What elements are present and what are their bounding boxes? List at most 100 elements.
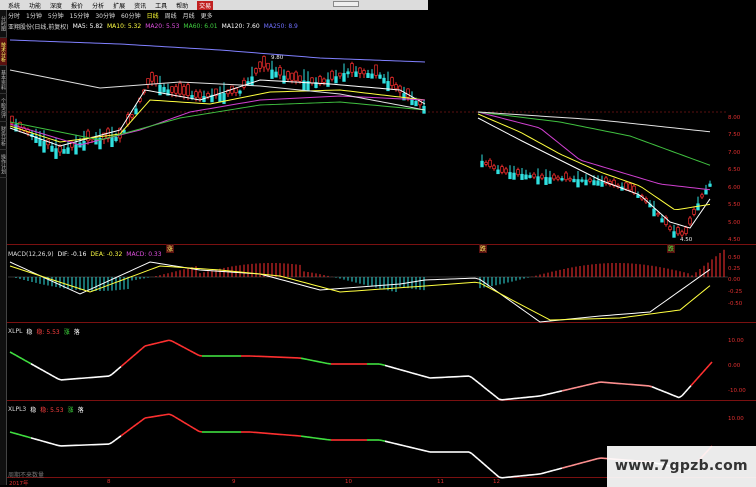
xlpl3-curve-segment bbox=[33, 437, 38, 441]
candle-body bbox=[190, 95, 194, 99]
xlpl-curve-segment bbox=[123, 360, 128, 365]
candle-body bbox=[576, 179, 580, 188]
xlpl3-curve-segment bbox=[558, 467, 563, 470]
xlpl-curve-segment bbox=[579, 385, 584, 388]
xlpl-curve-segment bbox=[51, 374, 56, 378]
candle-body bbox=[406, 88, 410, 98]
candle-body bbox=[290, 72, 294, 81]
candle-body bbox=[540, 174, 544, 179]
xlpl-curve-segment bbox=[174, 341, 179, 345]
candle-body bbox=[394, 84, 398, 90]
xlpl3-curve-segment bbox=[57, 444, 62, 447]
xlpl-curve-segment bbox=[39, 368, 44, 372]
xlpl-curve-segment bbox=[24, 359, 29, 363]
xlpl-curve-segment bbox=[648, 385, 653, 388]
xlpl3-curve-segment bbox=[414, 447, 419, 450]
candle-body bbox=[354, 71, 358, 77]
xlpl-curve-segment bbox=[192, 351, 197, 355]
xlpl-curve-segment bbox=[699, 371, 704, 377]
candle-body bbox=[652, 208, 656, 217]
xlpl-curve-segment bbox=[324, 362, 329, 365]
candle-body bbox=[218, 93, 222, 103]
xlpl3-curve-segment bbox=[594, 457, 599, 461]
xlpl3-curve-segment bbox=[192, 427, 197, 431]
candle-body bbox=[178, 82, 182, 95]
candle-body bbox=[318, 76, 322, 85]
xlpl-curve-segment bbox=[162, 340, 167, 343]
xlpl3-curve-segment bbox=[9, 431, 14, 434]
candle-body bbox=[110, 137, 114, 148]
macd-dea-line bbox=[9, 265, 711, 321]
xlpl3-curve-segment bbox=[18, 433, 23, 437]
xlpl3-curve-segment bbox=[36, 438, 41, 442]
xlpl-curve-segment bbox=[117, 365, 122, 370]
xlpl3-curve-segment bbox=[117, 435, 122, 439]
xlpl-curve-segment bbox=[480, 384, 485, 388]
xlpl3-curve-segment bbox=[417, 448, 422, 451]
xlpl-curve-segment bbox=[693, 378, 698, 383]
candle-body bbox=[322, 78, 326, 83]
xlpl3-curve-segment bbox=[480, 460, 485, 465]
xlpl-curve-segment bbox=[588, 383, 593, 386]
xlpl-curve-segment bbox=[57, 378, 62, 381]
xlpl3-curve-segment bbox=[582, 460, 587, 464]
xlpl-curve-segment bbox=[549, 392, 554, 395]
candle-body bbox=[338, 72, 342, 77]
xlpl-curve-segment bbox=[408, 371, 413, 374]
xlpl3-curve-segment bbox=[108, 441, 113, 445]
candle-body bbox=[238, 90, 242, 94]
xlpl-curve-segment bbox=[651, 386, 656, 389]
xlpl3-curve-segment bbox=[183, 421, 188, 425]
xlpl3-curve-segment bbox=[141, 417, 146, 421]
xlpl-curve-segment bbox=[399, 368, 404, 372]
candle-body bbox=[692, 208, 696, 215]
candle-body bbox=[326, 79, 330, 87]
xlpl3-curve-segment bbox=[471, 453, 476, 457]
xlpl3-curve-segment bbox=[51, 442, 56, 446]
candle-body bbox=[158, 84, 162, 96]
xlpl-curve-segment bbox=[393, 367, 398, 370]
xlpl3-curve-segment bbox=[477, 458, 482, 463]
candle-body bbox=[628, 183, 632, 191]
xlpl3-curve-segment bbox=[180, 419, 185, 424]
candle-body bbox=[58, 146, 62, 153]
candle-body bbox=[278, 67, 282, 76]
xlpl-curve-segment bbox=[108, 373, 113, 377]
xlpl3-curve-segment bbox=[120, 432, 125, 437]
xlpl3-curve-segment bbox=[486, 466, 491, 470]
watermark: www.7gpzb.com bbox=[607, 446, 756, 487]
xlpl-curve-segment bbox=[114, 368, 119, 373]
xlpl-curve-segment bbox=[21, 358, 26, 362]
xlpl3-curve-segment bbox=[393, 442, 398, 445]
xlpl-curve-segment bbox=[552, 391, 557, 394]
candle-body bbox=[182, 86, 186, 96]
xlpl3-curve-segment bbox=[489, 468, 494, 473]
xlpl3-curve-segment bbox=[132, 424, 137, 428]
xlpl-curve-segment bbox=[168, 339, 173, 342]
candle-body bbox=[668, 226, 672, 230]
candle-body bbox=[680, 231, 684, 236]
xlpl3-curve-segment bbox=[135, 421, 140, 426]
xlpl-curve-segment bbox=[582, 384, 587, 387]
xlpl3-curve-segment bbox=[387, 441, 392, 444]
candle-body bbox=[274, 71, 278, 78]
candle-body bbox=[496, 169, 500, 175]
candle-body bbox=[342, 73, 346, 82]
candle-body bbox=[146, 78, 150, 85]
xlpl3-curve-segment bbox=[114, 437, 119, 441]
xlpl-curve-segment bbox=[189, 349, 194, 353]
xlpl-curve-segment bbox=[312, 359, 317, 362]
xlpl-curve-segment bbox=[567, 387, 572, 391]
xlpl-curve-segment bbox=[681, 391, 686, 397]
candle-body bbox=[660, 218, 664, 223]
candle-body bbox=[548, 177, 552, 184]
candle-body bbox=[250, 76, 254, 86]
candle-body bbox=[54, 148, 58, 159]
xlpl3-curve-segment bbox=[21, 434, 26, 437]
candle-body bbox=[266, 62, 270, 70]
xlpl3-curve-segment bbox=[186, 423, 191, 427]
candle-body bbox=[194, 91, 198, 98]
candle-body bbox=[568, 178, 572, 181]
xlpl3-curve-segment bbox=[123, 430, 128, 435]
xlpl-curve-segment bbox=[381, 363, 386, 367]
